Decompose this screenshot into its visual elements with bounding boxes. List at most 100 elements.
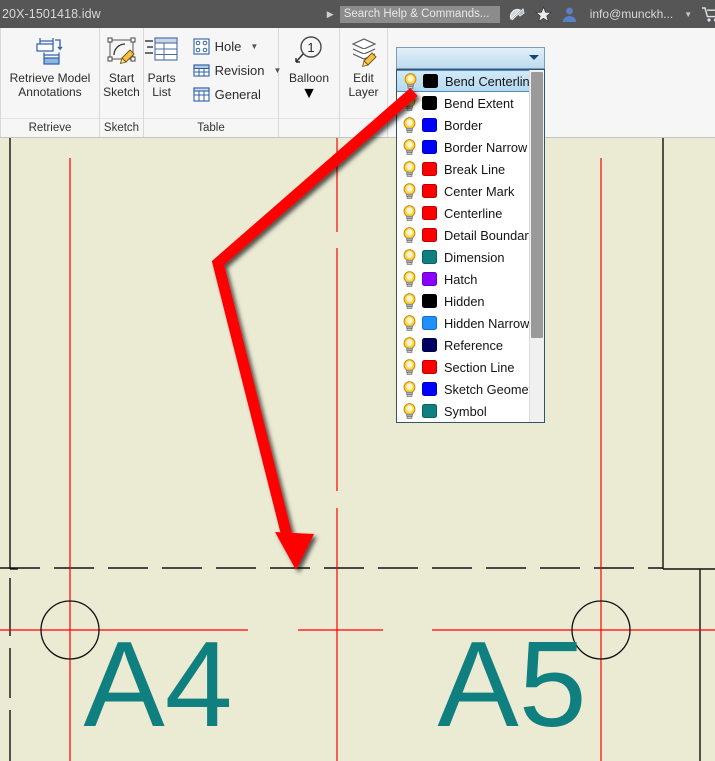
cart-icon[interactable] <box>701 6 715 23</box>
layer-list-item[interactable]: Centerline <box>397 202 531 224</box>
layer-color-swatch <box>422 316 437 330</box>
ribbon-group-title-edit-layer <box>340 118 387 137</box>
layer-selector-value <box>397 48 544 51</box>
retrieve-annotations-icon <box>33 36 67 68</box>
svg-text:1: 1 <box>307 40 314 55</box>
user-account-label[interactable]: info@munckh... <box>590 7 674 21</box>
parts-list-label: Parts List <box>147 71 176 99</box>
layer-name-label: Detail Boundary <box>444 227 536 243</box>
quick-access-overflow-icon[interactable]: ▶ <box>327 9 334 20</box>
edit-layer-button[interactable]: Edit Layer <box>340 34 388 101</box>
layer-list-item[interactable]: Section Line <box>397 356 531 378</box>
ribbon-group-title-sketch: Sketch <box>100 118 143 137</box>
layer-list-item[interactable]: Hidden Narrow <box>397 312 531 334</box>
layer-color-swatch <box>422 96 437 110</box>
layer-name-label: Hidden <box>444 293 485 309</box>
star-icon[interactable] <box>534 5 552 23</box>
general-table-button[interactable]: General <box>190 84 285 105</box>
lightbulb-icon[interactable] <box>402 336 417 354</box>
start-sketch-icon <box>105 36 139 68</box>
lightbulb-icon[interactable] <box>402 358 417 376</box>
layer-color-swatch <box>422 228 437 242</box>
layer-color-swatch <box>422 118 437 132</box>
lightbulb-icon[interactable] <box>402 402 417 420</box>
title-bar-icons: info@munckh... ▼ <box>509 5 715 23</box>
lightbulb-icon[interactable] <box>402 204 417 222</box>
ribbon-group-table: Parts List Hole ▼ Revision ▼ General Tab… <box>144 28 281 137</box>
search-input[interactable] <box>339 5 500 23</box>
dropdown-scrollbar[interactable] <box>529 70 544 422</box>
layer-list-item[interactable]: Reference <box>397 334 531 356</box>
layer-color-swatch <box>422 382 437 396</box>
chevron-down-icon[interactable]: ▼ <box>684 10 692 19</box>
layer-list-item[interactable]: Bend Extent <box>397 92 531 114</box>
layer-list-item[interactable]: Bend Centerline <box>397 70 537 92</box>
layer-color-swatch <box>422 162 437 176</box>
layer-selector-combobox[interactable] <box>396 47 545 69</box>
general-table-label: General <box>214 87 261 102</box>
lightbulb-icon[interactable] <box>402 226 417 244</box>
layer-list-item[interactable]: Border Narrow <box>397 136 531 158</box>
layer-list-item[interactable]: Center Mark <box>397 180 531 202</box>
lightbulb-icon[interactable] <box>402 292 417 310</box>
layer-name-label: Border <box>444 117 483 133</box>
title-bar: 20X-1501418.idw ▶ info@munc <box>0 0 715 28</box>
layer-list-item[interactable]: Dimension <box>397 246 531 268</box>
ribbon-toolbar: Retrieve Model Annotations Retrieve Star… <box>0 28 715 138</box>
chevron-down-icon[interactable]: ▼ <box>301 85 317 103</box>
layer-name-label: Bend Centerline <box>445 73 537 89</box>
lightbulb-icon[interactable] <box>402 380 417 398</box>
lightbulb-icon[interactable] <box>402 116 417 134</box>
layer-list-item[interactable]: Symbol <box>397 400 531 422</box>
layer-list-item[interactable]: Break Line <box>397 158 531 180</box>
general-table-icon <box>193 86 210 103</box>
balloon-label: Balloon <box>288 71 330 85</box>
chevron-down-icon[interactable]: ▼ <box>250 42 258 51</box>
layer-color-swatch <box>423 74 438 88</box>
ribbon-group-retrieve: Retrieve Model Annotations Retrieve <box>0 28 100 137</box>
lightbulb-icon[interactable] <box>402 314 417 332</box>
hole-table-label: Hole <box>214 39 242 54</box>
lightbulb-icon[interactable] <box>402 138 417 156</box>
lightbulb-icon[interactable] <box>402 160 417 178</box>
layer-color-swatch <box>422 294 437 308</box>
parts-list-button[interactable]: Parts List <box>138 34 186 101</box>
layer-list-item[interactable]: Detail Boundary <box>397 224 535 246</box>
layer-color-swatch <box>422 404 437 418</box>
layer-color-swatch <box>422 338 437 352</box>
layer-name-label: Centerline <box>444 205 503 221</box>
hole-table-button[interactable]: Hole ▼ <box>190 36 285 57</box>
revision-table-label: Revision <box>214 63 265 78</box>
layer-name-label: Hatch <box>444 271 478 287</box>
layer-color-swatch <box>422 250 437 264</box>
layer-name-label: Reference <box>444 337 504 353</box>
layer-list-item[interactable]: Border <box>397 114 531 136</box>
revision-table-icon <box>193 62 210 79</box>
lightbulb-icon[interactable] <box>403 72 418 90</box>
revision-table-button[interactable]: Revision ▼ <box>190 60 285 81</box>
layer-name-label: Bend Extent <box>444 95 514 111</box>
layer-dropdown-list[interactable]: Bend Centerline Bend Extent Border Borde… <box>396 69 545 423</box>
layer-color-swatch <box>422 206 437 220</box>
user-icon[interactable] <box>561 6 578 23</box>
layer-list-item[interactable]: Sketch Geometry <box>397 378 543 400</box>
drawing-canvas[interactable]: A4 A5 <box>0 138 715 761</box>
layer-name-label: Border Narrow <box>444 139 528 155</box>
layer-list-item[interactable]: Hidden <box>397 290 531 312</box>
layer-list-item[interactable]: Hatch <box>397 268 531 290</box>
retrieve-model-annotations-button[interactable]: Retrieve Model Annotations <box>3 34 98 101</box>
svg-text:A5: A5 <box>437 616 586 752</box>
layer-color-swatch <box>422 140 437 154</box>
lightbulb-icon[interactable] <box>402 248 417 266</box>
chevron-down-icon[interactable] <box>529 55 539 60</box>
lightbulb-icon[interactable] <box>402 182 417 200</box>
ribbon-group-edit-layer: Edit Layer <box>340 28 388 137</box>
ribbon-group-balloon: 1 Balloon ▼ <box>279 28 340 137</box>
lightbulb-icon[interactable] <box>402 270 417 288</box>
layer-name-label: Symbol <box>444 403 487 419</box>
start-sketch-label: Start Sketch <box>103 71 140 99</box>
balloon-button[interactable]: 1 Balloon ▼ <box>282 34 336 105</box>
satellite-dish-icon[interactable] <box>509 6 526 23</box>
dropdown-scrollbar-thumb[interactable] <box>531 72 543 338</box>
lightbulb-icon[interactable] <box>402 94 417 112</box>
